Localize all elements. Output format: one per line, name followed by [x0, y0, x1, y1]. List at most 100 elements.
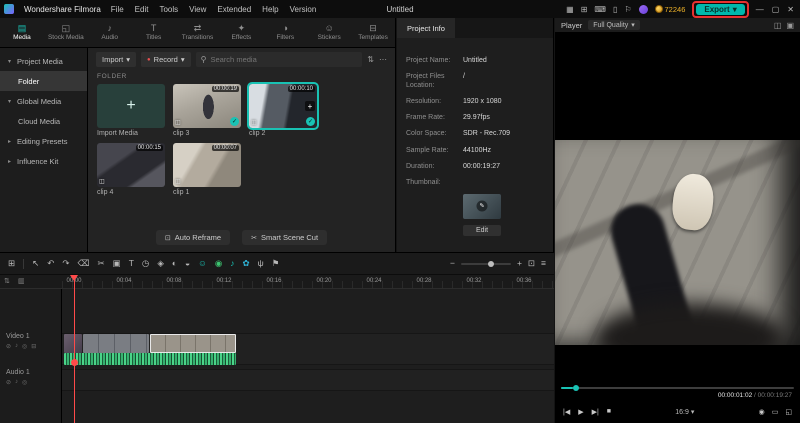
detach-player-icon[interactable]: ▣	[786, 21, 794, 30]
menu-tools[interactable]: Tools	[159, 5, 178, 14]
export-button[interactable]: Export ▾	[696, 3, 745, 15]
track-hide-icon[interactable]: ◎	[22, 343, 27, 350]
speed-icon[interactable]: ◷	[142, 259, 149, 268]
aspect-ratio-dropdown[interactable]: 16:9 ▾	[675, 408, 694, 417]
tab-templates[interactable]: ⊟ Templates	[351, 18, 395, 47]
playhead-handle[interactable]	[70, 275, 78, 281]
tab-titles[interactable]: T Titles	[132, 18, 176, 47]
delete-icon[interactable]: ⌫	[78, 259, 90, 268]
sidebar-item-cloud-media[interactable]: Cloud Media	[0, 111, 87, 131]
previous-frame-button[interactable]: |◀	[563, 408, 570, 416]
audio-track-lane[interactable]	[62, 369, 554, 391]
track-disable-icon[interactable]: ⊘	[6, 343, 11, 350]
microphone-icon[interactable]: ψ	[258, 259, 264, 268]
import-button[interactable]: Import ▾	[96, 52, 137, 67]
export-caret-icon[interactable]: ▾	[733, 5, 737, 14]
clip-thumbnail[interactable]: 00:00:19 ◫ ✓	[173, 84, 241, 128]
ai-audio-icon[interactable]: ♪	[230, 259, 234, 268]
scrubber-track[interactable]	[561, 387, 794, 389]
menu-edit[interactable]: Edit	[135, 5, 149, 14]
smart-scene-cut-button[interactable]: ✂ Smart Scene Cut	[242, 230, 328, 245]
fit-timeline-icon[interactable]: ⊡	[528, 259, 535, 268]
marker-icon[interactable]: ⚑	[272, 259, 280, 268]
split-icon[interactable]: ✂	[98, 259, 105, 268]
tab-media[interactable]: ▤ Media	[0, 18, 44, 47]
timeline-ruler[interactable]: ⇅ ▥ 00:00 00:04 00:08 00:12 00:16 00:20 …	[0, 275, 554, 289]
project-thumbnail[interactable]: ✎	[463, 193, 501, 219]
playback-scrubber[interactable]	[561, 385, 794, 391]
track-view-icon[interactable]: ▥	[18, 277, 25, 285]
mobile-device-icon[interactable]: ▯	[613, 5, 617, 14]
chevron-down-icon[interactable]: ▾	[8, 58, 14, 65]
media-search-box[interactable]: ⚲	[195, 52, 363, 67]
clip-thumbnail[interactable]: 00:00:15 ◫	[97, 143, 165, 187]
filter-icon[interactable]: ⇅	[367, 55, 374, 64]
text-tool-icon[interactable]: T	[129, 259, 134, 268]
media-clip-2[interactable]: 00:00:10 ◫ ✓ + clip 2	[247, 82, 319, 137]
ai-color-icon[interactable]: ✿	[243, 259, 250, 268]
crop-icon[interactable]: ▣	[113, 259, 121, 268]
scrubber-handle[interactable]	[572, 385, 579, 391]
auto-reframe-button[interactable]: ⊡ Auto Reframe	[155, 230, 231, 245]
clip-thumbnail[interactable]: 00:00:10 ◫ ✓ +	[247, 82, 319, 130]
sidebar-item-global-media[interactable]: ▾ Global Media	[0, 91, 87, 111]
track-resize-icon[interactable]: ⇅	[4, 277, 10, 285]
menu-version[interactable]: Version	[290, 5, 317, 14]
keyframe-icon[interactable]: ◈	[157, 259, 164, 268]
tab-stock-media[interactable]: ◱ Stock Media	[44, 18, 88, 47]
media-clip-1[interactable]: 00:00:07 ◫ clip 1	[173, 143, 241, 196]
ai-portrait-icon[interactable]: ☺	[198, 259, 207, 268]
maximize-button[interactable]: ▢	[772, 5, 780, 14]
add-to-timeline-button[interactable]: +	[305, 101, 315, 111]
tab-transitions[interactable]: ⇄ Transitions	[176, 18, 220, 47]
pencil-edit-icon[interactable]: ✎	[476, 200, 488, 212]
zoom-out-icon[interactable]: −	[450, 259, 455, 268]
track-mute-icon[interactable]: ♪	[15, 379, 18, 386]
media-clip-3[interactable]: 00:00:19 ◫ ✓ clip 3	[173, 84, 241, 137]
redo-icon[interactable]: ↷	[62, 259, 69, 268]
media-clip-4[interactable]: 00:00:15 ◫ clip 4	[97, 143, 165, 196]
track-hide-icon[interactable]: ◎	[22, 379, 27, 386]
user-avatar[interactable]	[638, 4, 648, 14]
color-icon[interactable]: ◐	[172, 259, 177, 268]
chevron-right-icon[interactable]: ▸	[8, 138, 14, 145]
pip-icon[interactable]: ◫	[774, 21, 782, 30]
sidebar-item-folder[interactable]: Folder	[0, 71, 87, 91]
coin-balance[interactable]: 72246	[654, 5, 685, 14]
tab-effects[interactable]: ✦ Effects	[219, 18, 263, 47]
chevron-right-icon[interactable]: ▸	[8, 158, 14, 165]
playhead-line[interactable]	[74, 275, 75, 423]
smart-cut-icon[interactable]: ◉	[215, 259, 222, 268]
chevron-down-icon[interactable]: ▾	[8, 98, 14, 105]
video-track-header[interactable]: Video 1 ⊘ ♪ ◎ ⊟	[0, 333, 61, 350]
audio-waveform[interactable]	[64, 353, 236, 365]
track-disable-icon[interactable]: ⊘	[6, 379, 11, 386]
timeline-clip-segment-selected[interactable]	[150, 334, 236, 353]
playhead-dot[interactable]	[71, 359, 78, 366]
zoom-slider[interactable]	[460, 260, 511, 267]
layout-icon[interactable]: ⊞	[581, 5, 588, 14]
mask-icon[interactable]: ◒	[185, 259, 190, 268]
import-media-tile[interactable]: + Import Media	[97, 84, 165, 137]
zoom-in-icon[interactable]: +	[517, 259, 522, 268]
track-mute-icon[interactable]: ♪	[15, 343, 18, 350]
fullscreen-icon[interactable]: ◱	[785, 408, 792, 416]
select-tool-icon[interactable]: ↖	[32, 259, 39, 268]
minimize-button[interactable]: —	[756, 5, 764, 14]
track-lock-icon[interactable]: ⊟	[31, 343, 36, 350]
layout-grid-icon[interactable]: ⊞	[8, 259, 15, 268]
mini-player-icon[interactable]: ▭	[772, 408, 779, 416]
audio-track-header[interactable]: Audio 1 ⊘ ♪ ◎	[0, 369, 61, 386]
video-track-lane[interactable]	[62, 333, 554, 365]
menu-extended[interactable]: Extended	[217, 5, 251, 14]
play-button[interactable]: ▶	[578, 408, 583, 416]
sidebar-item-influence-kit[interactable]: ▸ Influence Kit	[0, 151, 87, 171]
timeline-lanes[interactable]	[62, 289, 554, 423]
more-options-icon[interactable]: ⋯	[379, 55, 387, 64]
zoom-slider-handle[interactable]	[488, 260, 495, 267]
menu-help[interactable]: Help	[262, 5, 278, 14]
track-manager-icon[interactable]: ≡	[541, 259, 546, 268]
record-button[interactable]: ● Record ▾	[141, 52, 191, 67]
tab-project-info[interactable]: Project Info	[397, 18, 455, 38]
timeline-clip-segment[interactable]	[64, 334, 82, 353]
